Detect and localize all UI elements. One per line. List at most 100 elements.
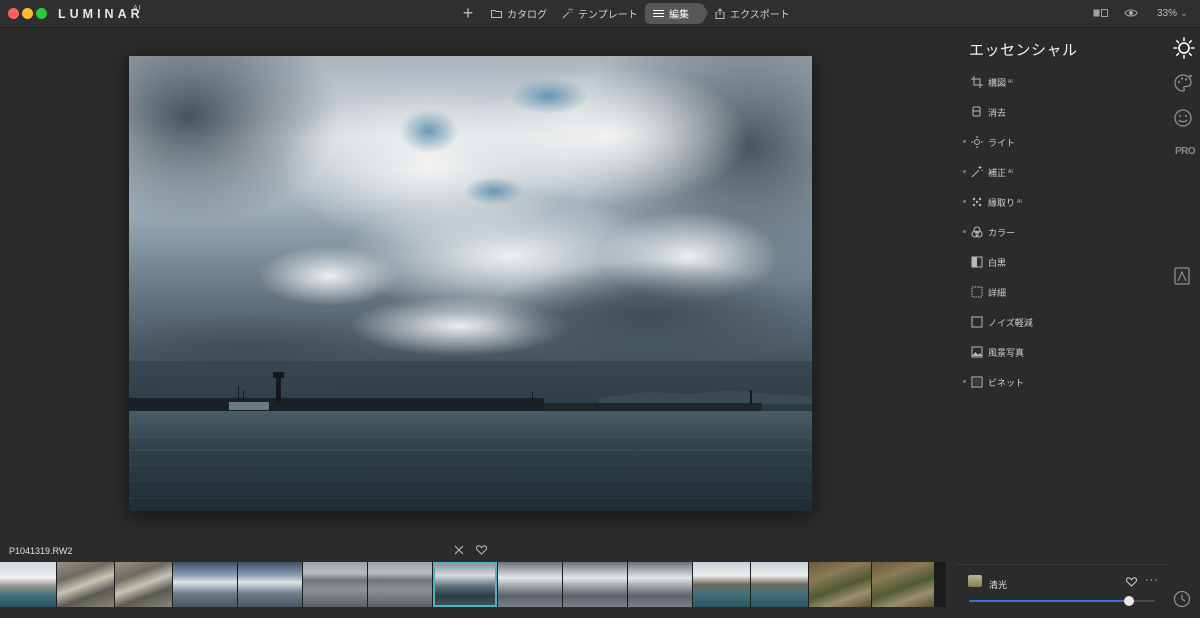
filmstrip-thumb[interactable] bbox=[57, 562, 114, 607]
minimize-window-button[interactable] bbox=[22, 8, 33, 19]
tool-item[interactable]: ライト bbox=[963, 135, 1016, 149]
tool-item[interactable]: 詳細 bbox=[971, 285, 1006, 299]
tool-label: カラー bbox=[988, 227, 1016, 238]
compare-view-icon[interactable] bbox=[1093, 8, 1109, 18]
tool-label: ライト bbox=[988, 137, 1016, 148]
tab-templates-label: テンプレート bbox=[578, 10, 638, 21]
main-photo[interactable] bbox=[129, 56, 812, 511]
preset-name: 清光 bbox=[989, 580, 1008, 590]
tab-catalog[interactable]: カタログ bbox=[483, 3, 555, 24]
filmstrip-thumb[interactable] bbox=[628, 562, 692, 607]
slider-fill bbox=[969, 600, 1129, 602]
zoom-level[interactable]: 33% ⌄ bbox=[1157, 8, 1188, 19]
zoom-window-button[interactable] bbox=[36, 8, 47, 19]
filmstrip-thumb[interactable] bbox=[368, 562, 432, 607]
preset-thumbnail bbox=[968, 575, 982, 587]
crop-icon bbox=[971, 76, 983, 88]
vignette-icon bbox=[971, 376, 983, 388]
portrait-smile-icon[interactable] bbox=[1173, 108, 1193, 128]
tool-item[interactable]: カラー bbox=[963, 225, 1016, 239]
add-images-button[interactable]: + bbox=[460, 3, 476, 24]
eye-icon[interactable] bbox=[1124, 8, 1138, 18]
tool-modified-dot bbox=[963, 380, 966, 383]
tool-item[interactable]: 白黒 bbox=[971, 255, 1006, 269]
filmstrip-thumb-selected[interactable] bbox=[433, 562, 497, 607]
filmstrip-thumb[interactable] bbox=[115, 562, 172, 607]
tool-item[interactable]: 補正 AI bbox=[963, 165, 1013, 179]
tool-label: 補正 bbox=[988, 167, 1007, 178]
filmstrip-thumb[interactable] bbox=[0, 562, 56, 607]
color-circles-icon bbox=[971, 226, 983, 238]
tab-export-label: エクスポート bbox=[730, 10, 790, 21]
eraser-icon bbox=[972, 106, 981, 117]
tab-catalog-label: カタログ bbox=[507, 10, 547, 21]
ai-badge: AI bbox=[1017, 199, 1022, 205]
photo-artwork bbox=[129, 56, 812, 511]
filmstrip-thumb[interactable] bbox=[693, 562, 750, 607]
tool-label: ノイズ軽減 bbox=[988, 317, 1033, 328]
preset-amount-slider[interactable] bbox=[969, 596, 1155, 606]
tool-label: 白黒 bbox=[988, 257, 1007, 268]
preset-bar bbox=[955, 564, 1167, 610]
tool-item[interactable]: 縁取り AI bbox=[963, 195, 1022, 209]
tool-label: 風景写真 bbox=[988, 347, 1025, 358]
pro-tools-button[interactable]: PRO bbox=[1175, 146, 1196, 157]
filmstrip-thumb[interactable] bbox=[563, 562, 627, 607]
filmstrip-thumb[interactable] bbox=[303, 562, 367, 607]
tool-item[interactable]: 消去 bbox=[971, 105, 1006, 119]
tab-templates[interactable]: テンプレート bbox=[554, 3, 646, 24]
tool-item[interactable]: 風景写真 bbox=[971, 345, 1024, 359]
close-window-button[interactable] bbox=[8, 8, 19, 19]
magic-wand-icon bbox=[971, 166, 983, 178]
sliders-icon bbox=[653, 10, 664, 17]
details-icon bbox=[971, 286, 983, 298]
ai-badge: AI bbox=[1008, 169, 1013, 175]
title-bar: LUMINAR AI + カタログ テンプレート 編集 エクスポート 33% ⌄ bbox=[0, 0, 1200, 28]
tool-label: 消去 bbox=[988, 107, 1007, 118]
reject-icon[interactable] bbox=[454, 545, 464, 555]
filmstrip bbox=[0, 562, 946, 607]
structure-icon bbox=[972, 197, 982, 207]
landscape-icon bbox=[971, 346, 983, 358]
filmstrip-thumb[interactable] bbox=[173, 562, 237, 607]
magic-wand-icon bbox=[562, 8, 573, 19]
essentials-sun-icon[interactable] bbox=[1173, 37, 1195, 59]
creative-palette-icon[interactable] bbox=[1173, 73, 1193, 93]
filmstrip-thumb[interactable] bbox=[238, 562, 302, 607]
chevron-down-icon: ⌄ bbox=[1180, 8, 1189, 19]
filmstrip-thumb[interactable] bbox=[809, 562, 871, 607]
preset-favorite-icon[interactable] bbox=[1126, 577, 1137, 587]
heart-icon[interactable] bbox=[476, 545, 487, 555]
app-logo: LUMINAR bbox=[58, 7, 144, 21]
sun-icon bbox=[971, 136, 983, 148]
tab-edit-label: 編集 bbox=[669, 10, 689, 21]
tab-export[interactable]: エクスポート bbox=[707, 3, 798, 24]
app-logo-ai: AI bbox=[133, 5, 142, 12]
preset-more-button[interactable]: ··· bbox=[1145, 574, 1159, 586]
tool-label: ビネット bbox=[988, 377, 1025, 388]
tool-modified-dot bbox=[963, 140, 966, 143]
ai-badge: AI bbox=[1008, 79, 1013, 85]
tool-modified-dot bbox=[963, 230, 966, 233]
black-white-icon bbox=[971, 256, 983, 268]
tool-label: 構図 bbox=[988, 77, 1007, 88]
history-clock-icon[interactable] bbox=[1173, 590, 1191, 608]
folder-icon bbox=[491, 10, 502, 18]
filmstrip-thumb[interactable] bbox=[751, 562, 808, 607]
filmstrip-thumb[interactable] bbox=[498, 562, 562, 607]
tool-modified-dot bbox=[963, 200, 966, 203]
tool-item[interactable]: ノイズ軽減 bbox=[971, 315, 1033, 329]
tool-item[interactable]: ビネット bbox=[963, 375, 1025, 389]
noise-icon bbox=[971, 316, 983, 328]
zoom-value: 33% bbox=[1157, 8, 1178, 19]
tool-item[interactable]: 構図 AI bbox=[971, 75, 1013, 89]
panel-title: エッセンシャル bbox=[969, 42, 1078, 59]
tab-edit[interactable]: 編集 bbox=[645, 3, 703, 24]
local-masking-icon[interactable] bbox=[1173, 267, 1191, 285]
tool-label: 詳細 bbox=[988, 287, 1007, 298]
filmstrip-thumb[interactable] bbox=[872, 562, 934, 607]
slider-knob[interactable] bbox=[1123, 596, 1134, 606]
tool-modified-dot bbox=[963, 170, 966, 173]
tool-label: 縁取り bbox=[988, 197, 1016, 208]
share-icon bbox=[715, 8, 725, 19]
